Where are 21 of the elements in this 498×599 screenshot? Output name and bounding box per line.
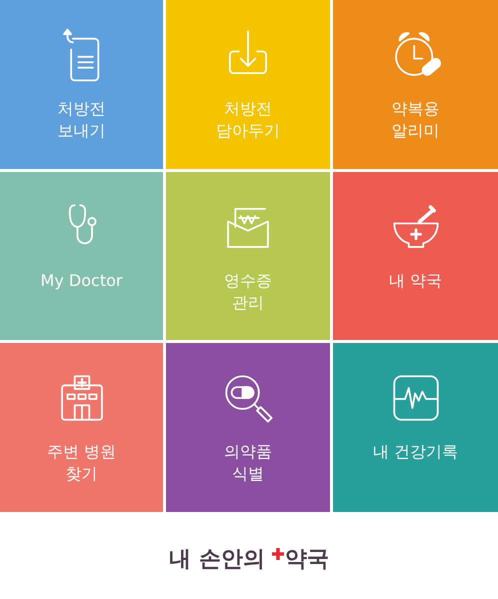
menu-tile[interactable]: 처방전 보내기 — [0, 0, 163, 169]
cross-icon — [272, 548, 284, 560]
logo-text: 내 손안의 — [169, 546, 265, 574]
menu-tile[interactable]: 약복용 알리미 — [333, 0, 498, 169]
tile-label: 내 약국 — [388, 270, 442, 292]
menu-tile[interactable]: 영수증 관리 — [166, 172, 330, 340]
tile-label: My Doctor — [40, 270, 122, 292]
tile-label: 의약품 식별 — [224, 441, 272, 485]
tile-label: 약복용 알리미 — [392, 98, 440, 142]
tile-label: 처방전 보내기 — [58, 98, 106, 142]
tile-label: 내 건강기록 — [372, 441, 458, 463]
menu-tile[interactable]: 주변 병원 찾기 — [0, 343, 163, 512]
menu-tile[interactable]: 내 건강기록 — [333, 343, 498, 512]
tile-label: 처방전 담아두기 — [216, 98, 280, 142]
menu-tile[interactable]: 의약품 식별 — [166, 343, 330, 512]
menu-tile[interactable]: My Doctor — [0, 172, 163, 340]
tile-label: 주변 병원 찾기 — [46, 441, 116, 485]
menu-tile[interactable]: 처방전 담아두기 — [166, 0, 330, 169]
menu-tile[interactable]: 내 약국 — [333, 172, 498, 340]
logo-accent-text: 약국 — [284, 546, 329, 574]
tile-label: 영수증 관리 — [224, 270, 272, 314]
